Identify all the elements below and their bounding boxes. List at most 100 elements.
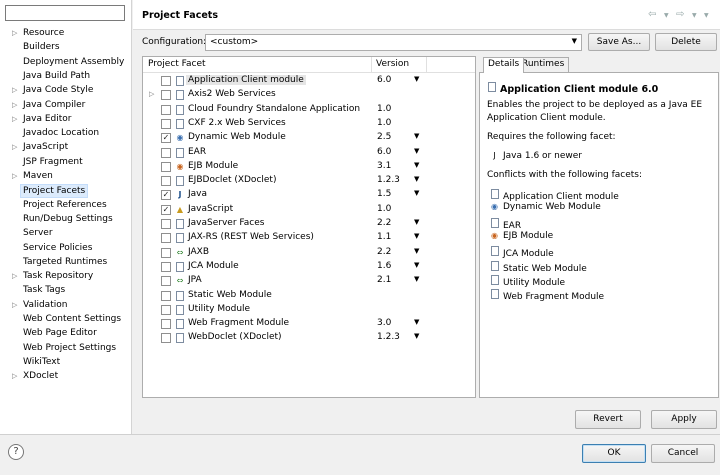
version-dropdown-icon[interactable]: ▼ [414, 189, 419, 197]
sidebar-item[interactable]: Server [0, 226, 131, 240]
version-dropdown-icon[interactable]: ▼ [414, 218, 419, 226]
sidebar-item[interactable]: Web Project Settings [0, 341, 131, 355]
facet-version[interactable]: 2.5 [377, 132, 391, 142]
expand-arrow-icon[interactable]: ▷ [12, 369, 17, 383]
table-row[interactable]: ▷ Axis2 Web Services [143, 88, 475, 102]
version-dropdown-icon[interactable]: ▼ [414, 261, 419, 269]
ok-button[interactable]: OK [582, 444, 646, 463]
sidebar-item[interactable]: ▷ Maven [0, 169, 131, 183]
sidebar-item[interactable]: Service Policies [0, 241, 131, 255]
apply-button[interactable]: Apply [651, 410, 717, 429]
facet-checkbox[interactable]: ✓ [161, 204, 171, 215]
facet-version[interactable]: 2.1 [377, 275, 391, 285]
facet-version[interactable]: 2.2 [377, 247, 391, 257]
forward-arrow-icon[interactable]: ⇨ [676, 9, 684, 20]
sidebar-item[interactable]: Project Facets [0, 183, 131, 199]
facet-checkbox[interactable]: ✓ [161, 133, 171, 144]
table-row[interactable]: EJBDoclet (XDoclet) 1.2.3 ▼ [143, 174, 475, 188]
version-dropdown-icon[interactable]: ▼ [414, 232, 419, 240]
table-row[interactable]: ✓ J Java 1.5 ▼ [143, 188, 475, 202]
table-row[interactable]: ◉ EJB Module 3.1 ▼ [143, 160, 475, 174]
sidebar-item[interactable]: Task Tags [0, 283, 131, 297]
filter-input[interactable] [5, 5, 125, 21]
facet-checkbox[interactable] [161, 161, 171, 172]
facet-checkbox[interactable] [161, 118, 171, 129]
expand-arrow-icon[interactable]: ▷ [12, 98, 17, 112]
expand-arrow-icon[interactable]: ▷ [12, 140, 17, 154]
sidebar-item[interactable]: ▷ Resource [0, 26, 131, 40]
sidebar-item[interactable]: ▷ JavaScript [0, 140, 131, 154]
facet-version[interactable]: 1.1 [377, 232, 391, 242]
facet-checkbox[interactable] [161, 76, 171, 86]
expand-arrow-icon[interactable]: ▷ [12, 26, 17, 40]
facet-checkbox[interactable] [161, 304, 171, 315]
facet-checkbox[interactable] [161, 233, 171, 244]
facet-version[interactable]: 3.1 [377, 161, 391, 171]
sidebar-item[interactable]: ▷ Java Compiler [0, 98, 131, 112]
table-row[interactable]: ⇔ JPA 2.1 ▼ [143, 274, 475, 288]
facet-checkbox[interactable] [161, 276, 171, 287]
version-dropdown-icon[interactable]: ▼ [414, 161, 419, 169]
table-row[interactable]: JavaServer Faces 2.2 ▼ [143, 217, 475, 231]
table-row[interactable]: ✓ ▲ JavaScript 1.0 [143, 203, 475, 217]
sidebar-item[interactable]: Web Page Editor [0, 326, 131, 340]
facet-version[interactable]: 1.2.3 [377, 175, 400, 185]
version-dropdown-icon[interactable]: ▼ [414, 247, 419, 255]
table-row[interactable]: Utility Module [143, 303, 475, 317]
sidebar-item[interactable]: Javadoc Location [0, 126, 131, 140]
facet-checkbox[interactable] [161, 147, 171, 158]
facet-checkbox[interactable] [161, 176, 171, 187]
version-dropdown-icon[interactable]: ▼ [414, 275, 419, 283]
sidebar-item[interactable]: ▷ Java Code Style [0, 83, 131, 97]
configuration-select[interactable]: <custom> ▼ [205, 34, 582, 51]
facet-checkbox[interactable] [161, 219, 171, 229]
expand-arrow-icon[interactable]: ▷ [12, 269, 17, 283]
sidebar-item[interactable]: ▷ Java Editor [0, 112, 131, 126]
save-as-button[interactable]: Save As... [588, 33, 650, 51]
table-row[interactable]: WebDoclet (XDoclet) 1.2.3 ▼ [143, 331, 475, 345]
version-dropdown-icon[interactable]: ▼ [414, 175, 419, 183]
version-dropdown-icon[interactable]: ▼ [414, 318, 419, 326]
table-row[interactable]: Static Web Module [143, 289, 475, 303]
view-menu-icon[interactable]: ▼ [704, 12, 709, 19]
facet-version[interactable]: 1.5 [377, 189, 391, 199]
facet-checkbox[interactable] [161, 261, 171, 272]
table-row[interactable]: JCA Module 1.6 ▼ [143, 260, 475, 274]
expand-arrow-icon[interactable]: ▷ [149, 90, 154, 98]
sidebar-item[interactable]: ▷ Task Repository [0, 269, 131, 283]
expand-arrow-icon[interactable]: ▷ [12, 169, 17, 183]
facet-version[interactable]: 1.2.3 [377, 332, 400, 342]
facet-checkbox[interactable] [161, 290, 171, 301]
table-row[interactable]: EAR 6.0 ▼ [143, 146, 475, 160]
version-dropdown-icon[interactable]: ▼ [414, 332, 419, 340]
table-row[interactable]: CXF 2.x Web Services 1.0 [143, 117, 475, 131]
tab-details[interactable]: Details [483, 57, 525, 73]
facet-checkbox[interactable] [161, 333, 171, 344]
column-header-version[interactable]: Version [376, 59, 409, 69]
facet-checkbox[interactable]: ✓ [161, 190, 171, 201]
version-dropdown-icon[interactable]: ▼ [414, 75, 419, 83]
table-row[interactable]: Cloud Foundry Standalone Application 1.0 [143, 103, 475, 117]
cancel-button[interactable]: Cancel [651, 444, 715, 463]
facet-checkbox[interactable] [161, 319, 171, 330]
back-menu-chevron-icon[interactable]: ▼ [664, 12, 669, 19]
facet-version[interactable]: 6.0 [377, 75, 391, 85]
facet-checkbox[interactable] [161, 104, 171, 115]
expand-arrow-icon[interactable]: ▷ [12, 83, 17, 97]
revert-button[interactable]: Revert [575, 410, 641, 429]
table-row[interactable]: Application Client module 6.0 ▼ [143, 74, 475, 88]
facet-checkbox[interactable] [161, 247, 171, 258]
table-row[interactable]: ⇔ JAXB 2.2 ▼ [143, 246, 475, 260]
sidebar-item[interactable]: JSP Fragment [0, 155, 131, 169]
sidebar-item[interactable]: ▷ Validation [0, 298, 131, 312]
table-row[interactable]: ✓ ◉ Dynamic Web Module 2.5 ▼ [143, 131, 475, 145]
facet-checkbox[interactable] [161, 90, 171, 101]
facet-version[interactable]: 1.6 [377, 261, 391, 271]
forward-menu-chevron-icon[interactable]: ▼ [692, 12, 697, 19]
table-row[interactable]: JAX-RS (REST Web Services) 1.1 ▼ [143, 231, 475, 245]
column-header-facet[interactable]: Project Facet [148, 59, 206, 69]
table-row[interactable]: Web Fragment Module 3.0 ▼ [143, 317, 475, 331]
sidebar-item[interactable]: Web Content Settings [0, 312, 131, 326]
sidebar-item[interactable]: Run/Debug Settings [0, 212, 131, 226]
sidebar-item[interactable]: Targeted Runtimes [0, 255, 131, 269]
